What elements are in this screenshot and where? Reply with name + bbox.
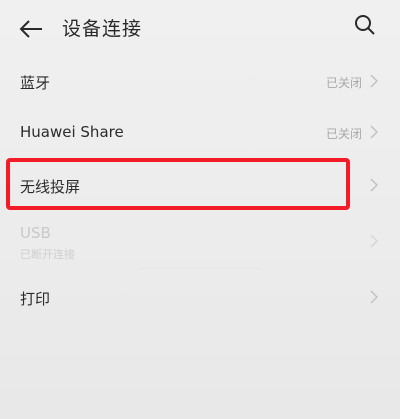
settings-item-label: USB (20, 224, 51, 242)
chevron-right-icon (370, 234, 378, 248)
header: 设备连接 (0, 0, 400, 58)
settings-item-label: 蓝牙 (20, 74, 51, 92)
chevron-right-icon (370, 125, 378, 139)
status-text: 已关闭 (325, 127, 362, 141)
settings-item-sublabel: 已断开连接 (20, 248, 75, 261)
chevron-right-icon (370, 290, 378, 304)
page-title: 设备连接 (62, 18, 143, 40)
chevron-right-icon (370, 74, 378, 88)
highlight-box (6, 158, 350, 210)
settings-screen: 设备连接 蓝牙 已关闭 Huawei Share 已关闭 无线投屏 USB 已断… (0, 0, 400, 419)
settings-item-label: Huawei Share (20, 123, 124, 141)
settings-item-usb: USB 已断开连接 (0, 218, 400, 268)
status-text: 已关闭 (325, 76, 362, 90)
settings-item-label: 打印 (20, 290, 51, 308)
settings-item-bluetooth[interactable]: 蓝牙 已关闭 (0, 56, 400, 106)
chevron-right-icon (370, 178, 378, 192)
divider (140, 268, 260, 269)
settings-item-print[interactable]: 打印 (0, 272, 400, 322)
back-arrow-icon[interactable] (18, 18, 44, 40)
settings-item-huawei-share[interactable]: Huawei Share 已关闭 (0, 107, 400, 157)
search-icon[interactable] (353, 13, 377, 37)
